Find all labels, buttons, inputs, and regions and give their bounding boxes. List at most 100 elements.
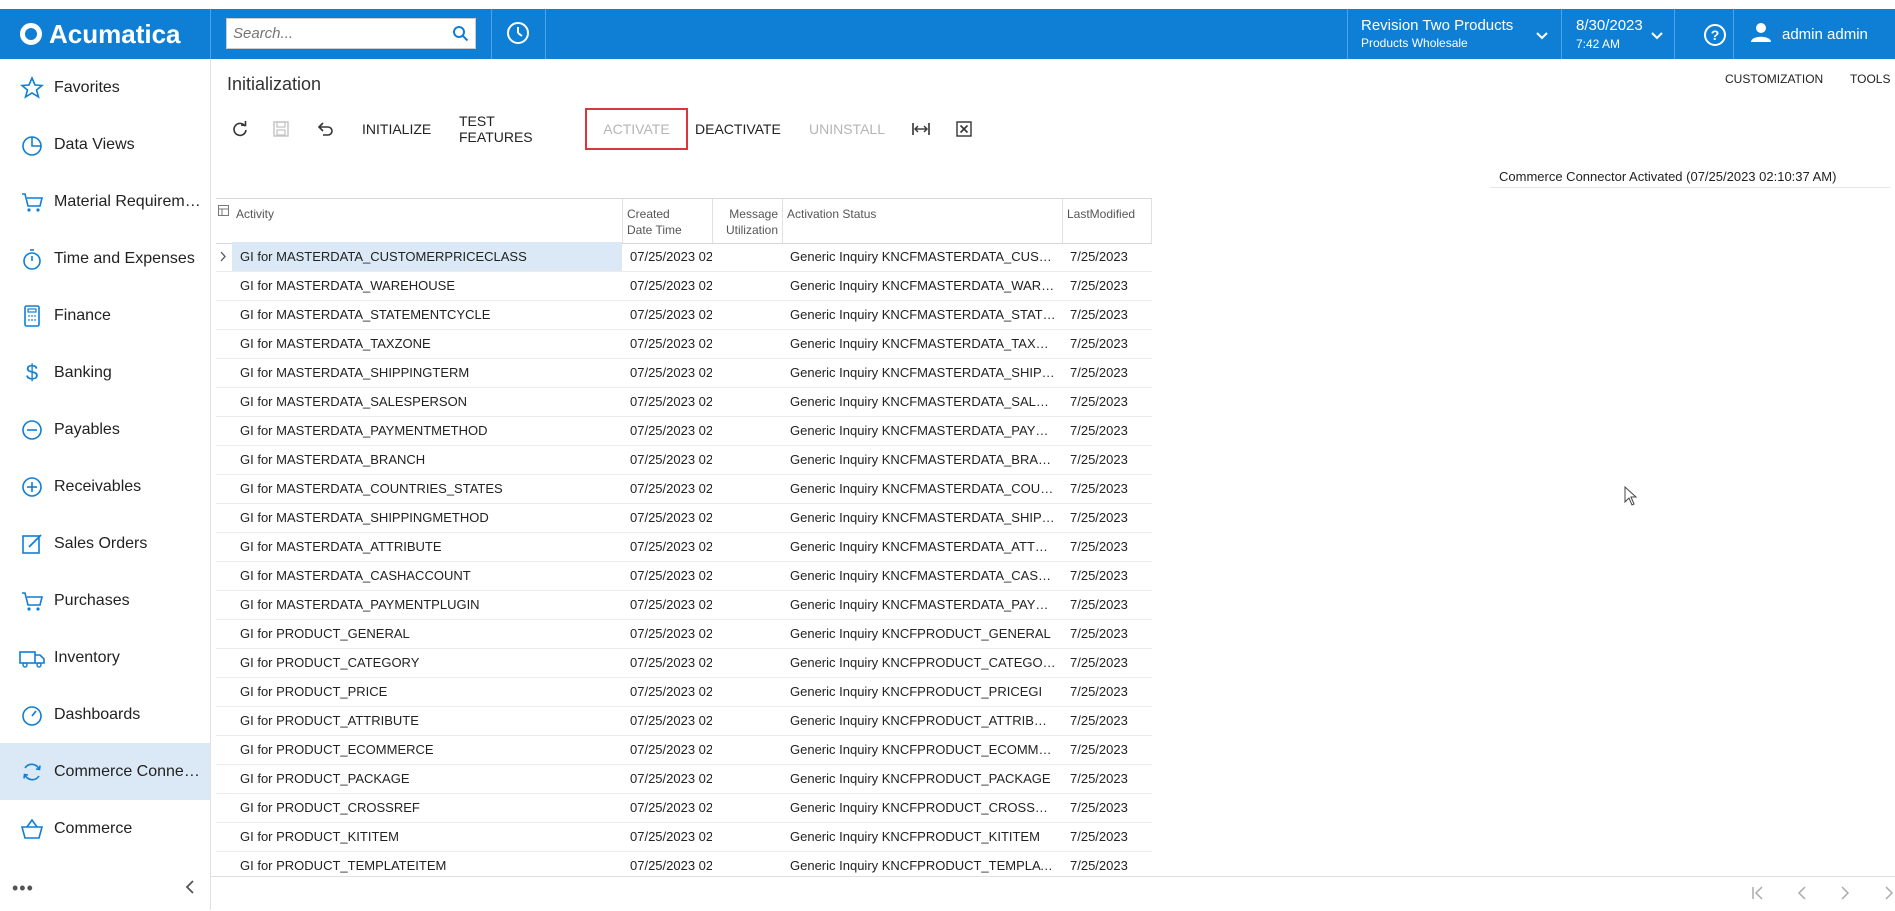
cell-activity[interactable]: GI for MASTERDATA_ATTRIBUTE [232,532,622,561]
cell-message[interactable] [712,590,782,619]
table-row[interactable]: GI for PRODUCT_ECOMMERCE 07/25/2023 02 Gen… [216,735,1152,765]
sidebar-item-commerce[interactable]: Commerce [0,800,210,857]
row-selector[interactable] [216,329,232,358]
date-selector[interactable]: 8/30/2023 7:42 AM [1562,9,1674,59]
cell-activity[interactable]: GI for MASTERDATA_BRANCH [232,445,622,474]
sidebar-item-purchases[interactable]: Purchases [0,572,210,629]
sidebar-item-time-expenses[interactable]: Time and Expenses [0,230,210,287]
row-selector[interactable] [216,561,232,590]
row-selector[interactable] [216,532,232,561]
row-selector[interactable] [216,619,232,648]
cell-created[interactable]: 07/25/2023 02 [622,416,712,445]
help-icon[interactable]: ? [1703,23,1727,52]
table-row[interactable]: GI for PRODUCT_CATEGORY 07/25/2023 02 Gene… [216,648,1152,678]
cell-created[interactable]: 07/25/2023 02 [622,271,712,300]
sidebar-item-receivables[interactable]: Receivables [0,458,210,515]
cell-last-modified[interactable]: 7/25/2023 [1062,793,1152,822]
row-selector[interactable] [216,735,232,764]
cell-last-modified[interactable]: 7/25/2023 [1062,619,1152,648]
table-row[interactable]: GI for MASTERDATA_CASHACCOUNT 07/25/2023 … [216,561,1152,591]
tools-menu[interactable]: TOOLS [1850,72,1890,86]
undo-icon[interactable] [316,108,334,150]
cell-activation-status[interactable]: Generic Inquiry KNCFPRODUCT_PACKAGE [782,764,1062,793]
cell-activation-status[interactable]: Generic Inquiry KNCFMASTERDATA_COUNTRIES… [782,474,1062,503]
cell-last-modified[interactable]: 7/25/2023 [1062,735,1152,764]
deactivate-button[interactable]: DEACTIVATE [695,108,781,150]
table-row[interactable]: GI for PRODUCT_PRICE 07/25/2023 02 Generic… [216,677,1152,707]
cell-message[interactable] [712,474,782,503]
cell-message[interactable] [712,532,782,561]
cell-activity[interactable]: GI for PRODUCT_PACKAGE [232,764,622,793]
cell-activation-status[interactable]: Generic Inquiry KNCFPRODUCT_ATTRIBUTE [782,706,1062,735]
cell-created[interactable]: 07/25/2023 02 [622,793,712,822]
cell-activity[interactable]: GI for MASTERDATA_SHIPPINGTERM [232,358,622,387]
cell-message[interactable] [712,764,782,793]
cell-last-modified[interactable]: 7/25/2023 [1062,561,1152,590]
row-selector[interactable] [216,474,232,503]
cell-activation-status[interactable]: Generic Inquiry KNCFMASTERDATA_TAXZONE [782,329,1062,358]
cell-activity[interactable]: GI for MASTERDATA_PAYMENTPLUGIN [232,590,622,619]
cell-created[interactable]: 07/25/2023 02 [622,474,712,503]
cell-activation-status[interactable]: Generic Inquiry KNCFPRODUCT_PRICEGI [782,677,1062,706]
previous-page-icon[interactable] [1796,886,1808,905]
sidebar-item-favorites[interactable]: Favorites [0,59,210,116]
cell-message[interactable] [712,271,782,300]
cell-activation-status[interactable]: Generic Inquiry KNCFMASTERDATA_CASHACCOU… [782,561,1062,590]
cell-created[interactable]: 07/25/2023 02 [622,329,712,358]
cell-activation-status[interactable]: Generic Inquiry KNCFPRODUCT_GENERAL [782,619,1062,648]
table-row[interactable]: GI for PRODUCT_ATTRIBUTE 07/25/2023 02 Gen… [216,706,1152,736]
row-selector[interactable] [216,503,232,532]
activate-button[interactable]: ACTIVATE [585,108,688,150]
cell-last-modified[interactable]: 7/25/2023 [1062,474,1152,503]
cell-created[interactable]: 07/25/2023 02 [622,532,712,561]
cell-last-modified[interactable]: 7/25/2023 [1062,329,1152,358]
cell-created[interactable]: 07/25/2023 02 [622,358,712,387]
cell-last-modified[interactable]: 7/25/2023 [1062,764,1152,793]
cell-created[interactable]: 07/25/2023 02 [622,503,712,532]
cell-activity[interactable]: GI for MASTERDATA_STATEMENTCYCLE [232,300,622,329]
sidebar-item-inventory[interactable]: Inventory [0,629,210,686]
cell-message[interactable] [712,416,782,445]
cell-created[interactable]: 07/25/2023 02 [622,706,712,735]
row-selector[interactable] [216,416,232,445]
sidebar-item-mrp[interactable]: Material Requirements Planning [0,173,210,230]
sidebar-item-data-views[interactable]: Data Views [0,116,210,173]
column-header-activation-status[interactable]: Activation Status [782,199,1062,243]
cell-activity[interactable]: GI for PRODUCT_CATEGORY [232,648,622,677]
sidebar-item-payables[interactable]: Payables [0,401,210,458]
cell-activation-status[interactable]: Generic Inquiry KNCFPRODUCT_CROSSREF [782,793,1062,822]
column-header-last-modified[interactable]: LastModified [1062,199,1152,243]
table-row[interactable]: GI for MASTERDATA_WAREHOUSE 07/25/2023 02… [216,271,1152,301]
row-selector[interactable] [216,648,232,677]
cell-message[interactable] [712,561,782,590]
cell-last-modified[interactable]: 7/25/2023 [1062,242,1152,271]
cell-activity[interactable]: GI for MASTERDATA_WAREHOUSE [232,271,622,300]
table-row[interactable]: GI for PRODUCT_PACKAGE 07/25/2023 02 Gener… [216,764,1152,794]
cell-message[interactable] [712,793,782,822]
cell-created[interactable]: 07/25/2023 02 [622,590,712,619]
cell-activity[interactable]: GI for PRODUCT_ECOMMERCE [232,735,622,764]
cell-created[interactable]: 07/25/2023 02 [622,619,712,648]
table-row[interactable]: GI for MASTERDATA_STATEMENTCYCLE 07/25/20… [216,300,1152,330]
cell-message[interactable] [712,648,782,677]
row-selector[interactable] [216,358,232,387]
cell-activity[interactable]: GI for MASTERDATA_SHIPPINGMETHOD [232,503,622,532]
cell-message[interactable] [712,387,782,416]
cell-activity[interactable]: GI for MASTERDATA_SALESPERSON [232,387,622,416]
table-row[interactable]: GI for MASTERDATA_CUSTOMERPRICECLASS 07/2… [216,242,1152,272]
cell-message[interactable] [712,329,782,358]
company-selector[interactable]: Revision Two Products Products Wholesale [1347,9,1561,59]
cell-activation-status[interactable]: Generic Inquiry KNCFMASTERDATA_PAYMENTPL… [782,590,1062,619]
row-selector[interactable] [216,590,232,619]
cell-last-modified[interactable]: 7/25/2023 [1062,532,1152,561]
initialize-button[interactable]: INITIALIZE [362,108,431,150]
cell-activation-status[interactable]: Generic Inquiry KNCFMASTERDATA_CUSTOMERP… [782,242,1062,271]
table-row[interactable]: GI for MASTERDATA_BRANCH 07/25/2023 02 Gen… [216,445,1152,475]
cell-created[interactable]: 07/25/2023 02 [622,735,712,764]
more-menu-button[interactable]: ••• [12,878,34,899]
cell-message[interactable] [712,619,782,648]
cell-created[interactable]: 07/25/2023 02 [622,300,712,329]
history-icon[interactable] [505,20,531,51]
cell-activation-status[interactable]: Generic Inquiry KNCFMASTERDATA_PAYMENTME… [782,416,1062,445]
cell-activation-status[interactable]: Generic Inquiry KNCFPRODUCT_KITITEM [782,822,1062,851]
